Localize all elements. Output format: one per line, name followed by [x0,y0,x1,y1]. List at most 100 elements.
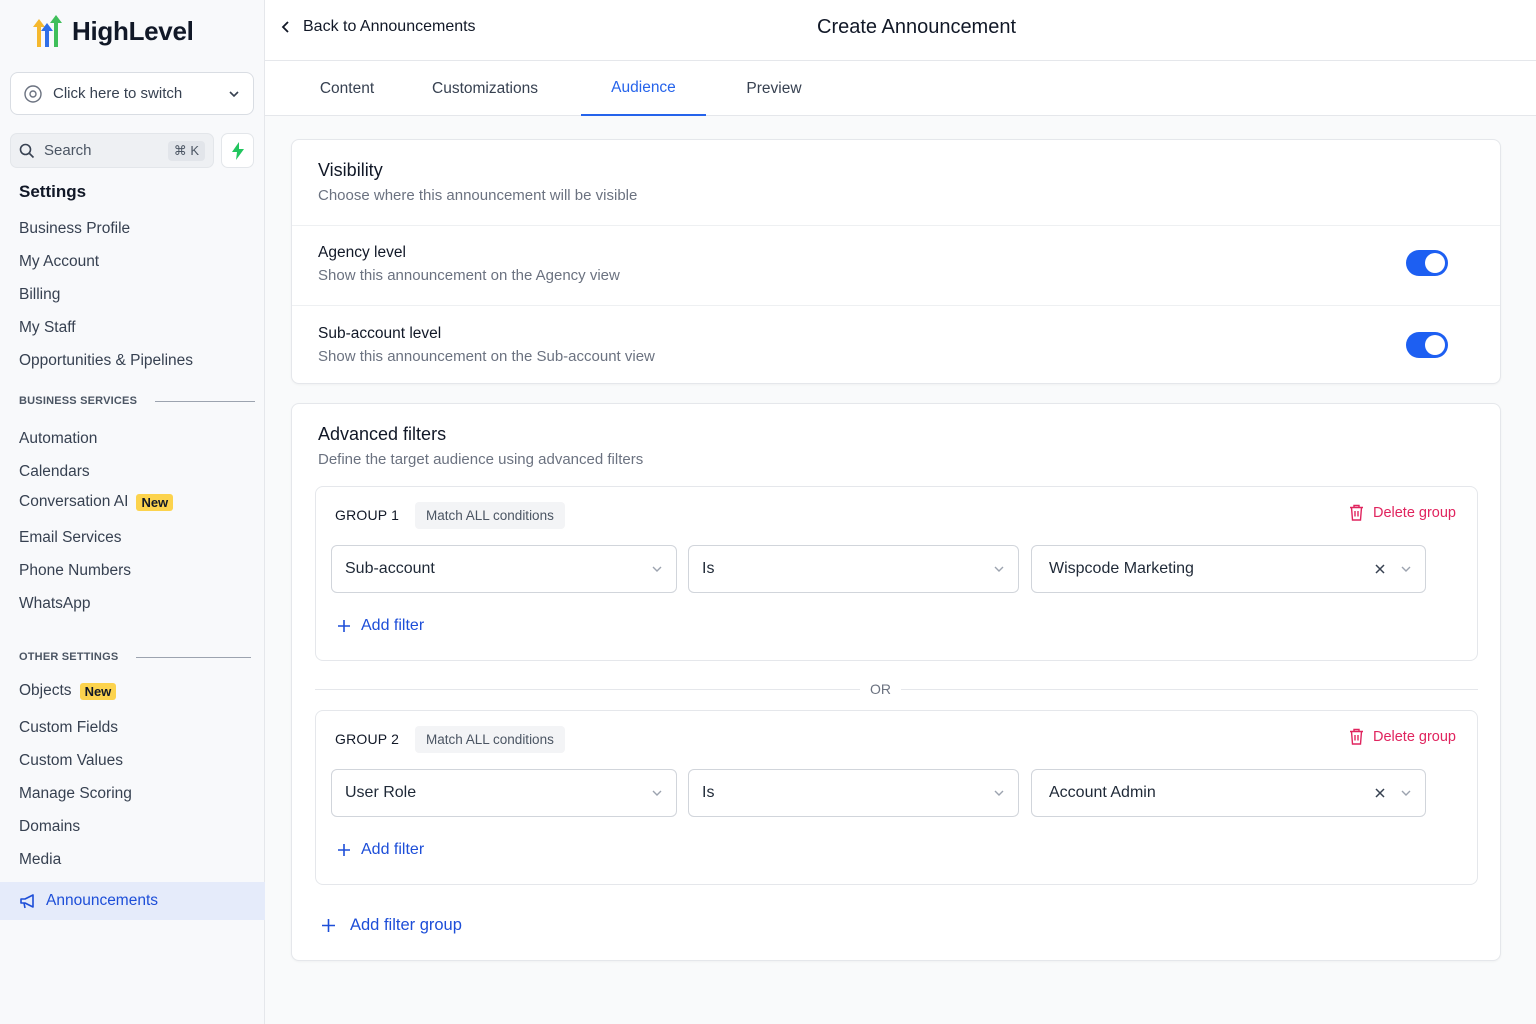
subaccount-level-toggle[interactable] [1406,332,1448,358]
section-divider [136,656,252,658]
visibility-title: Visibility [318,160,383,180]
back-to-announcements-link[interactable]: Back to Announcements [281,18,476,36]
delete-group-button[interactable]: Delete group [1349,504,1456,521]
sidebar-item-business-profile[interactable]: Business Profile [19,220,130,238]
sidebar-item-custom-fields[interactable]: Custom Fields [19,719,118,737]
visibility-card: Visibility Choose where this announcemen… [291,139,1501,384]
advanced-filters-card: Advanced filters Define the target audie… [291,403,1501,961]
sidebar-item-label: Conversation AI [19,493,129,510]
value-text: Wispcode Marketing [1049,560,1194,577]
back-label: Back to Announcements [303,18,476,35]
add-filter-button[interactable]: Add filter [337,617,424,635]
operator-value: Is [702,560,715,577]
group-label: GROUP 2 [335,731,400,747]
divider [292,225,1500,226]
sidebar-item-custom-values[interactable]: Custom Values [19,752,123,770]
chevron-left-icon [281,21,289,33]
section-other-label: OTHER SETTINGS [19,651,119,663]
section-business-label: BUSINESS SERVICES [19,395,138,407]
delete-group-label: Delete group [1372,504,1456,521]
sidebar-item-calendars[interactable]: Calendars [19,463,90,481]
match-conditions-chip[interactable]: Match ALL conditions [415,502,565,529]
sidebar-item-phone-numbers[interactable]: Phone Numbers [19,562,131,580]
add-filter-group-button[interactable]: Add filter group [321,916,462,935]
sidebar: HighLevel Click here to switch Search ⌘ … [0,0,265,1024]
section-other-settings: OTHER SETTINGS [19,651,252,663]
sidebar-item-label: Announcements [46,892,159,909]
divider [292,305,1500,306]
sidebar-item-email-services[interactable]: Email Services [19,529,122,547]
megaphone-icon [20,894,34,909]
settings-heading: Settings [19,182,87,201]
field-select[interactable]: Sub-account [331,545,677,593]
tab-content[interactable]: Content [295,61,399,116]
delete-group-button[interactable]: Delete group [1349,728,1456,745]
tab-customizations[interactable]: Customizations [419,61,551,116]
sidebar-item-label: Objects [19,682,72,699]
match-conditions-chip[interactable]: Match ALL conditions [415,726,565,753]
operator-value: Is [702,784,715,801]
quick-actions-button[interactable] [221,133,254,168]
chevron-down-icon [994,566,1004,572]
or-label: OR [860,681,901,697]
switch-icon [24,84,42,103]
clear-icon[interactable] [1374,787,1386,799]
new-badge: New [136,493,174,511]
advanced-filters-title: Advanced filters [318,424,447,444]
sidebar-item-my-account[interactable]: My Account [19,253,99,271]
sidebar-item-my-staff[interactable]: My Staff [19,319,76,337]
visibility-subtitle: Choose where this announcement will be v… [318,187,638,204]
field-select[interactable]: User Role [331,769,677,817]
sidebar-item-manage-scoring[interactable]: Manage Scoring [19,785,132,803]
field-value: User Role [345,784,417,801]
agency-level-toggle[interactable] [1406,250,1448,276]
lightning-icon [231,141,244,160]
value-select[interactable]: Account Admin [1031,769,1426,817]
section-divider [155,400,256,402]
sidebar-item-objects[interactable]: Objects New [19,682,117,700]
trash-icon [1349,504,1363,521]
tab-bar: Content Customizations Audience Preview [265,61,1536,116]
filter-group-2: GROUP 2 Match ALL conditions Delete grou… [315,710,1478,885]
sidebar-item-opportunities[interactable]: Opportunities & Pipelines [19,352,193,370]
tab-preview[interactable]: Preview [731,61,817,116]
highlevel-logo-icon [33,15,62,47]
clear-icon[interactable] [1374,563,1386,575]
field-value: Sub-account [345,560,435,577]
operator-select[interactable]: Is [688,545,1019,593]
sidebar-item-conversation-ai[interactable]: Conversation AI New [19,493,174,511]
sidebar-item-whatsapp[interactable]: WhatsApp [19,595,91,613]
search-icon [19,143,35,158]
value-select[interactable]: Wispcode Marketing [1031,545,1426,593]
add-filter-label: Add filter [361,617,425,634]
brand-logo[interactable]: HighLevel [30,13,194,49]
chevron-down-icon [994,790,1004,796]
agency-level-title: Agency level [318,244,406,261]
advanced-filters-subtitle: Define the target audience using advance… [318,451,644,468]
subaccount-level-subtitle: Show this announcement on the Sub-accoun… [318,348,655,365]
sidebar-item-domains[interactable]: Domains [19,818,80,836]
sidebar-item-media[interactable]: Media [19,851,61,869]
page-header: Back to Announcements Create Announcemen… [265,0,1536,61]
add-filter-button[interactable]: Add filter [337,841,424,859]
sidebar-item-billing[interactable]: Billing [19,286,60,304]
filter-group-1: GROUP 1 Match ALL conditions Delete grou… [315,486,1478,661]
switcher-label: Click here to switch [53,85,183,102]
section-business-services: BUSINESS SERVICES [19,395,256,407]
chevron-down-icon [229,90,239,97]
group-label: GROUP 1 [335,507,400,523]
search-input[interactable]: Search ⌘ K [10,133,214,168]
trash-icon [1349,728,1363,745]
sidebar-item-announcements[interactable]: Announcements [0,882,265,920]
delete-group-label: Delete group [1372,728,1456,745]
add-filter-group-label: Add filter group [350,916,462,934]
chevron-down-icon [1401,790,1411,796]
value-text: Account Admin [1049,784,1156,801]
account-switcher[interactable]: Click here to switch [10,72,254,115]
plus-icon [338,844,350,856]
page-title: Create Announcement [817,16,1017,38]
tab-audience[interactable]: Audience [581,61,706,116]
operator-select[interactable]: Is [688,769,1019,817]
agency-level-subtitle: Show this announcement on the Agency vie… [318,267,620,284]
sidebar-item-automation[interactable]: Automation [19,430,97,448]
